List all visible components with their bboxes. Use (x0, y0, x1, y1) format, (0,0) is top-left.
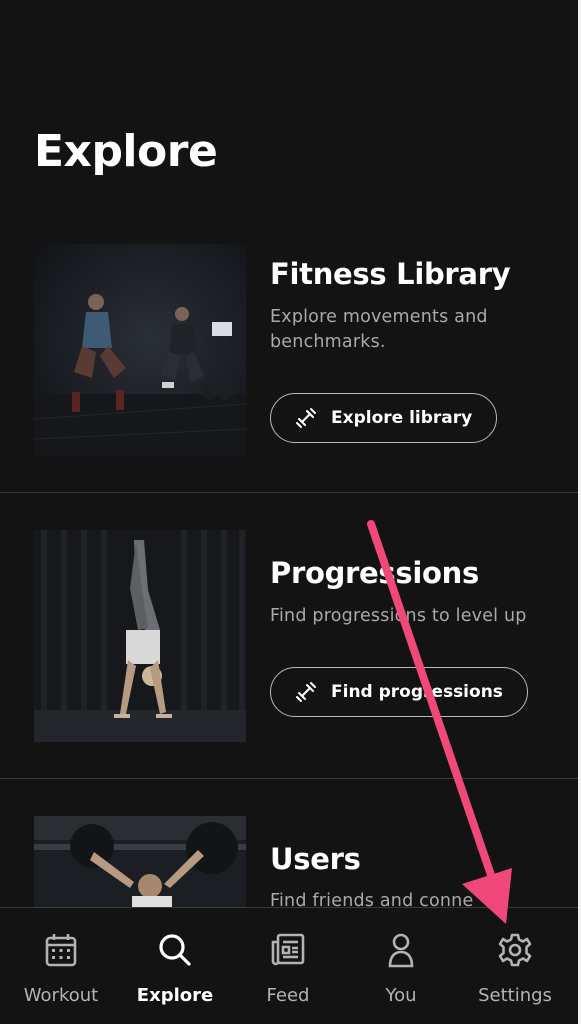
explore-library-button[interactable]: Explore library (270, 393, 498, 443)
users-image (34, 816, 246, 908)
card-description: Find progressions to level up (270, 606, 527, 626)
dumbbell-icon (296, 682, 316, 702)
progressions-image (34, 530, 246, 742)
newspaper-icon (271, 933, 305, 966)
person-icon (388, 933, 414, 968)
calendar-icon (45, 934, 77, 967)
tab-settings[interactable]: Settings (457, 908, 573, 1024)
dumbbell-icon (296, 408, 316, 428)
tab-explore[interactable]: Explore (117, 908, 233, 1024)
search-icon (159, 934, 191, 966)
find-progressions-label: Find progressions (331, 682, 503, 702)
tab-label: Settings (478, 985, 552, 1006)
page-title: Explore (34, 126, 218, 177)
fitness-library-image (34, 244, 246, 456)
tab-workout[interactable]: Workout (3, 908, 119, 1024)
tab-label: You (385, 985, 417, 1006)
find-progressions-button[interactable]: Find progressions (270, 667, 528, 717)
bottom-tab-bar: Workout Explore Feed You Settings (0, 907, 578, 1024)
tab-label: Workout (23, 985, 99, 1006)
card-title: Users (270, 842, 361, 876)
card-title: Progressions (270, 556, 479, 590)
gear-icon (498, 933, 532, 967)
tab-label: Explore (136, 985, 214, 1006)
tab-label: Feed (266, 985, 310, 1006)
card-title: Fitness Library (270, 257, 511, 291)
divider (0, 492, 578, 493)
tab-you[interactable]: You (343, 908, 459, 1024)
divider (0, 778, 578, 779)
tab-feed[interactable]: Feed (230, 908, 346, 1024)
explore-screen: Explore Fitness Library Explore movement… (0, 0, 581, 1024)
card-description: Explore movements and benchmarks. (270, 307, 488, 352)
explore-library-label: Explore library (331, 408, 473, 428)
